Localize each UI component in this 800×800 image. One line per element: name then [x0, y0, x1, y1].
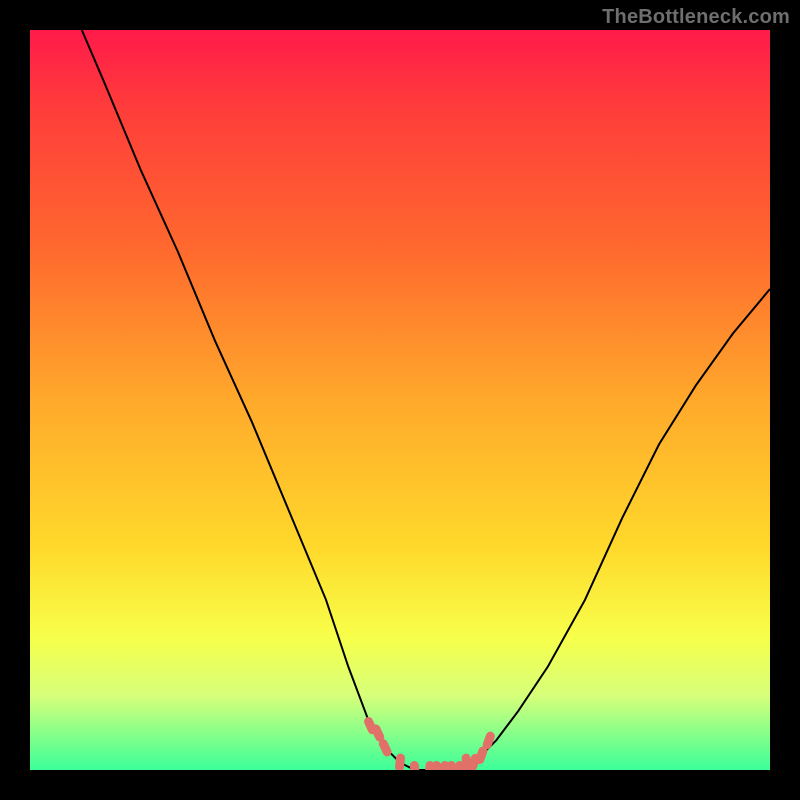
curve-svg [30, 30, 770, 770]
bottleneck-curve [82, 30, 770, 770]
chart-frame: TheBottleneck.com [0, 0, 800, 800]
plot-area [30, 30, 770, 770]
marker-group [363, 716, 497, 770]
marker-dot [395, 753, 406, 770]
marker-dot [409, 761, 420, 770]
watermark-text: TheBottleneck.com [602, 6, 790, 29]
